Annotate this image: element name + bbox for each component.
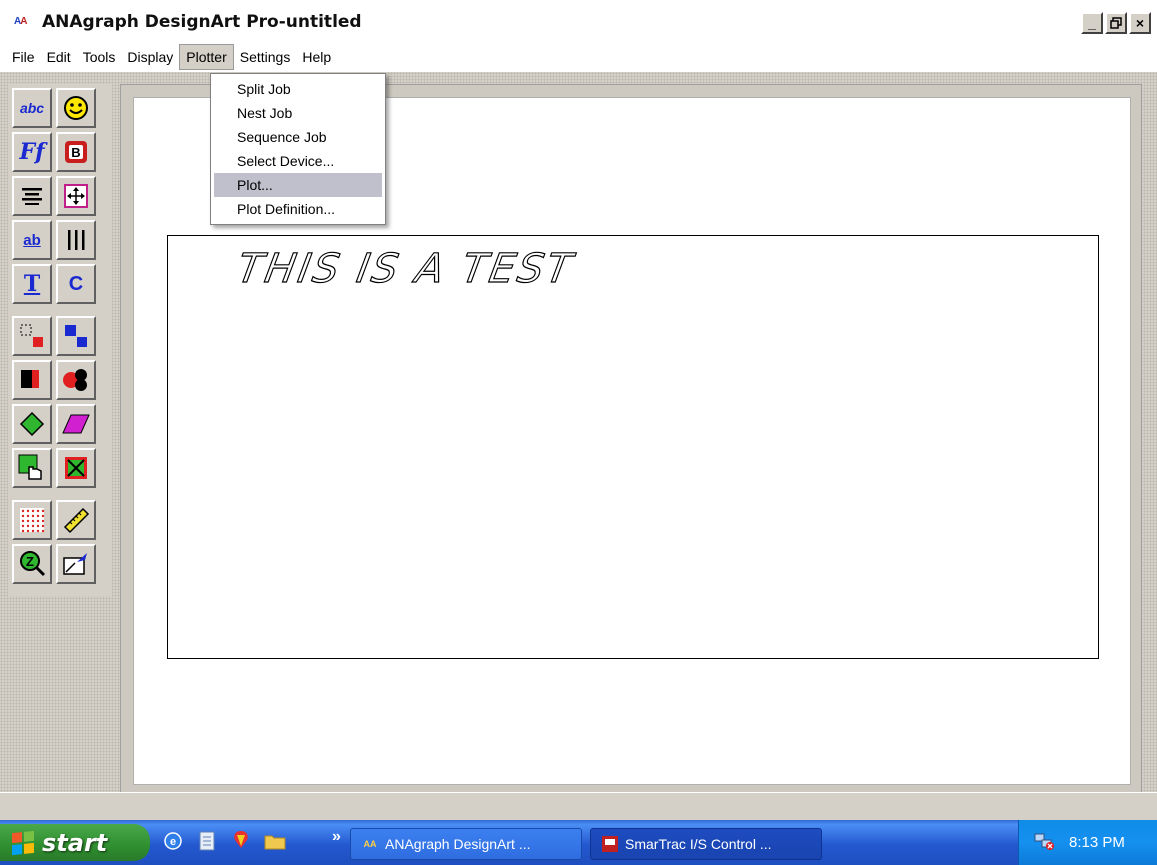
select-corner-icon — [20, 324, 43, 347]
taskbar-more-chevron[interactable]: » — [332, 828, 341, 846]
grid-dots-icon — [20, 508, 45, 533]
smartrac-app-icon — [601, 835, 619, 853]
select-blue-tool-button[interactable] — [56, 316, 96, 356]
weld-tool-button[interactable] — [56, 360, 96, 400]
menu-item-select-device[interactable]: Select Device... — [211, 149, 385, 173]
smiley-icon — [64, 96, 88, 120]
delete-object-tool-button[interactable] — [56, 448, 96, 488]
vertical-bars-icon — [68, 230, 85, 250]
svg-text:B: B — [71, 145, 80, 160]
hand-pointer-icon — [18, 454, 42, 480]
font-tool-button[interactable]: Ff — [12, 132, 52, 172]
menu-item-nest-job[interactable]: Nest Job — [211, 101, 385, 125]
select-corner-tool-button[interactable] — [12, 316, 52, 356]
browser-icon[interactable]: e — [162, 830, 184, 852]
taskbar: start e » AA ANAgraph DesignArt ... Smar… — [0, 820, 1157, 865]
start-label: start — [42, 828, 108, 857]
network-status-icon[interactable] — [1033, 831, 1055, 855]
ruler-icon — [63, 507, 90, 534]
weld-shapes-icon — [63, 369, 87, 391]
toolbox: abc Ff B ab T C Z — [8, 84, 112, 596]
slant-tool-button[interactable] — [56, 404, 96, 444]
menu-settings[interactable]: Settings — [234, 45, 297, 69]
menu-bar: File Edit Tools Display Plotter Settings… — [0, 42, 1157, 72]
align-center-icon — [22, 188, 42, 205]
task-smartrac[interactable]: SmarTrac I/S Control ... — [590, 828, 822, 860]
clipart-tool-button[interactable] — [56, 88, 96, 128]
window-controls: _ × — [1081, 12, 1151, 34]
font-icon: Ff — [19, 139, 45, 165]
restore-icon — [1110, 17, 1122, 29]
convert-icon: C — [68, 272, 84, 295]
task-anagraph-label: ANAgraph DesignArt ... — [385, 836, 531, 852]
workspace: abc Ff B ab T C Z THIS IS A TEST — [0, 72, 1157, 796]
status-bar — [0, 792, 1157, 820]
bold-icon: B — [65, 141, 87, 163]
app-logo-icon[interactable]: AA — [14, 14, 36, 30]
preview-tool-button[interactable] — [56, 544, 96, 584]
windows-flag-icon — [12, 830, 34, 855]
task-anagraph[interactable]: AA ANAgraph DesignArt ... — [350, 828, 582, 860]
anagraph-app-icon: AA — [363, 839, 377, 849]
abc-text-icon: abc — [19, 100, 45, 116]
text-size-icon: T — [23, 271, 41, 297]
menu-display[interactable]: Display — [121, 45, 179, 69]
bold-tool-button[interactable]: B — [56, 132, 96, 172]
canvas-text-object[interactable]: THIS IS A TEST — [233, 245, 578, 292]
menu-tools[interactable]: Tools — [77, 45, 122, 69]
job-boundary-rectangle[interactable]: THIS IS A TEST — [167, 235, 1099, 659]
plotter-menu-dropdown: Split Job Nest Job Sequence Job Select D… — [210, 73, 386, 225]
menu-item-plot-definition[interactable]: Plot Definition... — [211, 197, 385, 221]
svg-text:e: e — [170, 836, 176, 848]
start-button[interactable]: start — [0, 824, 150, 861]
minimize-button[interactable]: _ — [1081, 12, 1103, 34]
menu-edit[interactable]: Edit — [41, 45, 77, 69]
parallelogram-icon — [62, 414, 90, 434]
move-arrows-icon — [64, 184, 88, 208]
zoom-tool-button[interactable]: Z — [12, 544, 52, 584]
notepad-icon[interactable] — [196, 830, 218, 852]
kerning-icon: ab — [23, 231, 41, 249]
zoom-icon: Z — [20, 551, 46, 577]
bars-tool-button[interactable] — [56, 220, 96, 260]
text-spacing-tool-button[interactable]: ab — [12, 220, 52, 260]
diamond-icon — [19, 411, 45, 437]
text-tool-button[interactable]: abc — [12, 88, 52, 128]
fill-tool-button[interactable] — [12, 360, 52, 400]
folder-icon[interactable] — [264, 830, 286, 852]
preview-arrow-icon — [63, 553, 87, 575]
menu-help[interactable]: Help — [296, 45, 337, 69]
menu-item-sequence-job[interactable]: Sequence Job — [211, 125, 385, 149]
window-title: ANAgraph DesignArt Pro-untitled — [42, 12, 362, 32]
title-bar: AA ANAgraph DesignArt Pro-untitled _ × — [0, 0, 1157, 42]
edit-nodes-tool-button[interactable] — [12, 448, 52, 488]
delete-box-icon — [65, 457, 87, 479]
diamond-tool-button[interactable] — [12, 404, 52, 444]
task-smartrac-label: SmarTrac I/S Control ... — [625, 836, 772, 852]
grid-tool-button[interactable] — [12, 500, 52, 540]
menu-item-plot[interactable]: Plot... — [214, 173, 382, 197]
select-squares-icon — [65, 325, 87, 347]
move-tool-button[interactable] — [56, 176, 96, 216]
ruler-tool-button[interactable] — [56, 500, 96, 540]
menu-plotter[interactable]: Plotter — [179, 44, 234, 70]
align-tool-button[interactable] — [12, 176, 52, 216]
menu-item-split-job[interactable]: Split Job — [211, 77, 385, 101]
close-button[interactable]: × — [1129, 12, 1151, 34]
text-size-tool-button[interactable]: T — [12, 264, 52, 304]
convert-tool-button[interactable]: C — [56, 264, 96, 304]
system-tray: 8:13 PM — [1018, 820, 1157, 865]
quick-launch: e — [162, 830, 286, 852]
balloon-icon[interactable] — [230, 830, 252, 852]
menu-file[interactable]: File — [6, 45, 41, 69]
svg-text:Z: Z — [26, 554, 34, 569]
maximize-button[interactable] — [1105, 12, 1127, 34]
fill-square-icon — [21, 370, 39, 388]
clock[interactable]: 8:13 PM — [1069, 834, 1125, 851]
